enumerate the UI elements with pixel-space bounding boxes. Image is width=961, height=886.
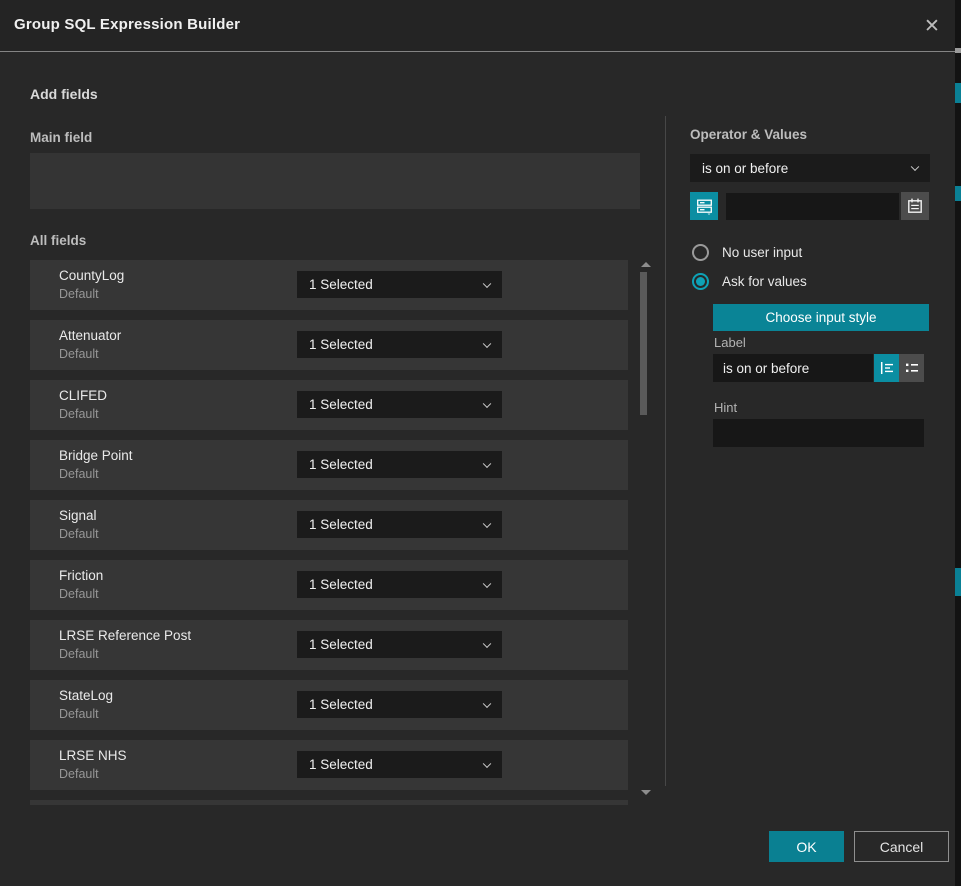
radio-ask-for-values[interactable]: Ask for values <box>692 273 807 290</box>
chevron-down-icon <box>483 339 491 347</box>
operator-dropdown[interactable]: is on or before <box>690 154 930 182</box>
field-row-friction: Friction Default 1 Selected <box>30 560 628 610</box>
field-subtitle: Default <box>59 287 99 301</box>
field-subtitle: Default <box>59 587 99 601</box>
field-selected-dropdown[interactable]: 1 Selected <box>297 451 502 478</box>
main-field-label: Main field <box>30 130 92 145</box>
scroll-down-arrow-icon[interactable] <box>641 790 651 795</box>
field-row-statelog: StateLog Default 1 Selected <box>30 680 628 730</box>
dialog-title: Group SQL Expression Builder <box>14 16 240 33</box>
cancel-button[interactable]: Cancel <box>854 831 949 862</box>
field-name: LRSE NHS <box>59 748 127 763</box>
scroll-up-arrow-icon[interactable] <box>641 262 651 267</box>
edge-segment <box>955 186 961 201</box>
list-icon <box>904 360 920 376</box>
choose-input-style-button[interactable]: Choose input style <box>713 304 929 331</box>
chevron-down-icon <box>911 163 919 171</box>
radio-no-user-input[interactable]: No user input <box>692 244 802 261</box>
field-subtitle: Default <box>59 527 99 541</box>
field-selected-dropdown[interactable]: 1 Selected <box>297 271 502 298</box>
unique-values-icon[interactable] <box>690 192 718 220</box>
input-style-text-button[interactable] <box>874 354 899 382</box>
field-selected-dropdown[interactable]: 1 Selected <box>297 511 502 538</box>
label-field-label: Label <box>714 335 746 350</box>
chevron-down-icon <box>483 279 491 287</box>
field-subtitle: Default <box>59 707 99 721</box>
field-selected-dropdown[interactable]: 1 Selected <box>297 331 502 358</box>
field-selected-dropdown[interactable]: 1 Selected <box>297 571 502 598</box>
field-subtitle: Default <box>59 647 99 661</box>
close-icon[interactable]: ✕ <box>917 12 947 42</box>
hint-field-label: Hint <box>714 400 737 415</box>
stacked-values-icon <box>696 198 713 215</box>
field-name: CLIFED <box>59 388 107 403</box>
chevron-down-icon <box>483 399 491 407</box>
field-name: Bridge Point <box>59 448 133 463</box>
field-name: Attenuator <box>59 328 121 343</box>
field-subtitle: Default <box>59 467 99 481</box>
chevron-down-icon <box>483 459 491 467</box>
chevron-down-icon <box>483 519 491 527</box>
edge-segment <box>955 568 961 596</box>
dialog-titlebar: Group SQL Expression Builder ✕ <box>0 0 955 52</box>
field-selected-dropdown[interactable]: 1 Selected <box>297 751 502 778</box>
field-name: Friction <box>59 568 103 583</box>
field-subtitle: Default <box>59 407 99 421</box>
chevron-down-icon <box>483 699 491 707</box>
radio-on-icon <box>692 273 709 290</box>
field-row-clifed: CLIFED Default 1 Selected <box>30 380 628 430</box>
label-input[interactable] <box>713 354 873 382</box>
calendar-icon <box>907 198 923 214</box>
field-row-partial <box>30 800 628 805</box>
edge-segment <box>955 48 961 53</box>
add-fields-heading: Add fields <box>30 86 98 102</box>
field-row-countylog: CountyLog Default 1 Selected <box>30 260 628 310</box>
field-row-bridge-point: Bridge Point Default 1 Selected <box>30 440 628 490</box>
chevron-down-icon <box>483 639 491 647</box>
field-selected-dropdown[interactable]: 1 Selected <box>297 691 502 718</box>
field-selected-dropdown[interactable]: 1 Selected <box>297 391 502 418</box>
align-left-icon <box>879 360 895 376</box>
field-selected-dropdown[interactable]: 1 Selected <box>297 631 502 658</box>
background-app-edge <box>955 0 961 886</box>
date-value-input[interactable] <box>726 193 899 220</box>
operator-values-label: Operator & Values <box>690 127 807 142</box>
field-row-lrse-nhs: LRSE NHS Default 1 Selected <box>30 740 628 790</box>
chevron-down-icon <box>483 579 491 587</box>
field-row-lrse-reference-post: LRSE Reference Post Default 1 Selected <box>30 620 628 670</box>
panel-divider <box>665 116 666 786</box>
hint-input[interactable] <box>713 419 924 447</box>
chevron-down-icon <box>483 759 491 767</box>
main-field-panel: CountyLog | Default From Date <box>30 153 640 209</box>
all-fields-label: All fields <box>30 233 86 248</box>
group-sql-expression-builder-dialog: Group SQL Expression Builder ✕ Add field… <box>0 0 961 886</box>
field-row-attenuator: Attenuator Default 1 Selected <box>30 320 628 370</box>
field-row-signal: Signal Default 1 Selected <box>30 500 628 550</box>
date-picker-button[interactable] <box>901 192 929 220</box>
field-name: CountyLog <box>59 268 124 283</box>
input-style-list-button[interactable] <box>899 354 924 382</box>
field-subtitle: Default <box>59 767 99 781</box>
edge-segment <box>955 83 961 103</box>
field-name: LRSE Reference Post <box>59 628 191 643</box>
field-subtitle: Default <box>59 347 99 361</box>
list-scrollbar-thumb[interactable] <box>640 272 647 415</box>
ok-button[interactable]: OK <box>769 831 844 862</box>
radio-off-icon <box>692 244 709 261</box>
field-name: StateLog <box>59 688 113 703</box>
field-name: Signal <box>59 508 97 523</box>
